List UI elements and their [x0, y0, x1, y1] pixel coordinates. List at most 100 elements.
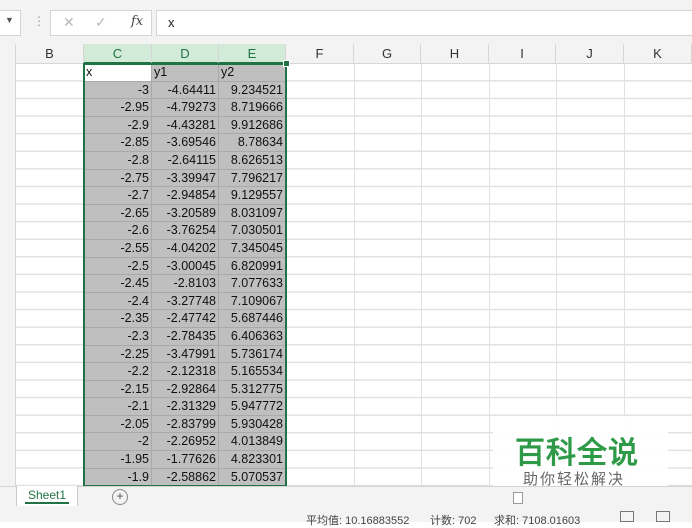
- table-cell[interactable]: 6.406363: [219, 327, 286, 345]
- table-cell[interactable]: -2.75: [84, 169, 152, 187]
- plus-circle-icon[interactable]: +: [112, 489, 128, 505]
- table-cell[interactable]: -3.20589: [152, 204, 219, 222]
- table-cell[interactable]: -2.25: [84, 345, 152, 363]
- table-cell[interactable]: -2.92864: [152, 380, 219, 398]
- table-cell[interactable]: 9.912686: [219, 116, 286, 134]
- table-cell[interactable]: 9.234521: [219, 81, 286, 99]
- column-header-f[interactable]: F: [286, 44, 354, 64]
- column-header-e[interactable]: E: [219, 44, 286, 64]
- table-cell[interactable]: -2.6: [84, 222, 152, 239]
- table-cell[interactable]: -2.26952: [152, 433, 219, 451]
- table-cell[interactable]: -2.94854: [152, 187, 219, 204]
- table-cell[interactable]: -2.31329: [152, 398, 219, 415]
- table-cell[interactable]: -1.95: [84, 451, 152, 468]
- table-cell[interactable]: -2.2: [84, 363, 152, 380]
- data-table[interactable]: x y1 y2 -3 -4.64411 9.234521 -2.95 -4.79273 8…: [84, 64, 286, 487]
- table-cell[interactable]: 7.345045: [219, 239, 286, 257]
- table-cell[interactable]: 7.796217: [219, 169, 286, 187]
- table-row[interactable]: -2.1 -2.31329 5.947772: [84, 398, 286, 416]
- table-row[interactable]: -1.9 -2.58862 5.070537: [84, 468, 286, 487]
- table-row[interactable]: -1.95 -1.77626 4.823301: [84, 451, 286, 469]
- normal-view-icon[interactable]: [620, 511, 634, 522]
- confirm-icon[interactable]: ✓: [95, 14, 107, 31]
- table-cell[interactable]: -4.43281: [152, 116, 219, 134]
- table-cell[interactable]: 5.947772: [219, 398, 286, 415]
- table-row[interactable]: -2.3 -2.78435 6.406363: [84, 327, 286, 346]
- table-cell[interactable]: -4.79273: [152, 99, 219, 116]
- table-cell[interactable]: -2.9: [84, 116, 152, 134]
- table-cell[interactable]: 8.031097: [219, 204, 286, 222]
- column-header-c[interactable]: C: [84, 44, 152, 64]
- header-cell-x[interactable]: x: [84, 64, 152, 81]
- table-cell[interactable]: 8.719666: [219, 99, 286, 116]
- formula-input[interactable]: x: [156, 10, 692, 36]
- table-cell[interactable]: 5.312775: [219, 380, 286, 398]
- table-cell[interactable]: -3.69546: [152, 134, 219, 151]
- table-header-row[interactable]: x y1 y2: [84, 64, 286, 82]
- table-cell[interactable]: 4.823301: [219, 451, 286, 468]
- table-cell[interactable]: 8.78634: [219, 134, 286, 151]
- table-cell[interactable]: -4.64411: [152, 81, 219, 99]
- table-cell[interactable]: -3.27748: [152, 292, 219, 310]
- table-cell[interactable]: -2.78435: [152, 327, 219, 345]
- table-row[interactable]: -2.35 -2.47742 5.687446: [84, 310, 286, 328]
- table-cell[interactable]: 5.165534: [219, 363, 286, 380]
- table-row[interactable]: -2.25 -3.47991 5.736174: [84, 345, 286, 364]
- table-row[interactable]: -2.85 -3.69546 8.78634: [84, 134, 286, 152]
- table-row[interactable]: -2.65 -3.20589 8.031097: [84, 204, 286, 223]
- fill-handle[interactable]: [283, 60, 290, 67]
- table-cell[interactable]: 6.820991: [219, 257, 286, 275]
- drag-handle-icon[interactable]: ⋮: [33, 14, 45, 28]
- column-header-i[interactable]: I: [489, 44, 556, 64]
- table-row[interactable]: -2.05 -2.83799 5.930428: [84, 415, 286, 434]
- table-cell[interactable]: -2.1: [84, 398, 152, 415]
- table-row[interactable]: -2.7 -2.94854 9.129557: [84, 187, 286, 205]
- column-header-j[interactable]: J: [556, 44, 624, 64]
- table-row[interactable]: -2.2 -2.12318 5.165534: [84, 363, 286, 381]
- table-row[interactable]: -2.75 -3.39947 7.796217: [84, 169, 286, 188]
- column-header-h[interactable]: H: [421, 44, 489, 64]
- horizontal-scrollbar[interactable]: [513, 492, 523, 504]
- table-cell[interactable]: 8.626513: [219, 151, 286, 169]
- insert-function-icon[interactable]: fx: [131, 14, 143, 29]
- table-cell[interactable]: -2.64115: [152, 151, 219, 169]
- table-cell[interactable]: -2.95: [84, 99, 152, 116]
- table-cell[interactable]: -3.47991: [152, 345, 219, 363]
- table-cell[interactable]: -2.3: [84, 327, 152, 345]
- cancel-icon[interactable]: ✕: [63, 14, 75, 31]
- table-row[interactable]: -2.5 -3.00045 6.820991: [84, 257, 286, 276]
- table-cell[interactable]: 7.077633: [219, 275, 286, 292]
- table-cell[interactable]: -2.55: [84, 239, 152, 257]
- table-row[interactable]: -2.95 -4.79273 8.719666: [84, 99, 286, 117]
- table-cell[interactable]: -2.5: [84, 257, 152, 275]
- sheet-tab[interactable]: Sheet1: [16, 486, 78, 507]
- table-cell[interactable]: -2.15: [84, 380, 152, 398]
- table-cell[interactable]: 5.736174: [219, 345, 286, 363]
- table-cell[interactable]: -2.45: [84, 275, 152, 292]
- table-cell[interactable]: 7.030501: [219, 222, 286, 239]
- column-header-b[interactable]: B: [16, 44, 84, 64]
- table-cell[interactable]: -1.9: [84, 468, 152, 486]
- table-cell[interactable]: -2.83799: [152, 415, 219, 433]
- table-cell[interactable]: -2.7: [84, 187, 152, 204]
- table-cell[interactable]: -2: [84, 433, 152, 451]
- table-cell[interactable]: -3.00045: [152, 257, 219, 275]
- table-cell[interactable]: -2.8103: [152, 275, 219, 292]
- header-cell-y1[interactable]: y1: [152, 64, 219, 81]
- table-cell[interactable]: 5.930428: [219, 415, 286, 433]
- table-cell[interactable]: 9.129557: [219, 187, 286, 204]
- column-header-g[interactable]: G: [354, 44, 421, 64]
- table-cell[interactable]: -2.05: [84, 415, 152, 433]
- table-cell[interactable]: -3.39947: [152, 169, 219, 187]
- header-cell-y2[interactable]: y2: [219, 64, 286, 81]
- table-cell[interactable]: -2.58862: [152, 468, 219, 486]
- table-row[interactable]: -2.4 -3.27748 7.109067: [84, 292, 286, 311]
- row-headers[interactable]: [0, 44, 16, 486]
- table-cell[interactable]: 5.070537: [219, 468, 286, 486]
- table-row[interactable]: -2.9 -4.43281 9.912686: [84, 116, 286, 135]
- table-cell[interactable]: -2.47742: [152, 310, 219, 327]
- table-cell[interactable]: -2.35: [84, 310, 152, 327]
- table-row[interactable]: -2 -2.26952 4.013849: [84, 433, 286, 452]
- table-cell[interactable]: -3: [84, 81, 152, 99]
- table-cell[interactable]: -1.77626: [152, 451, 219, 468]
